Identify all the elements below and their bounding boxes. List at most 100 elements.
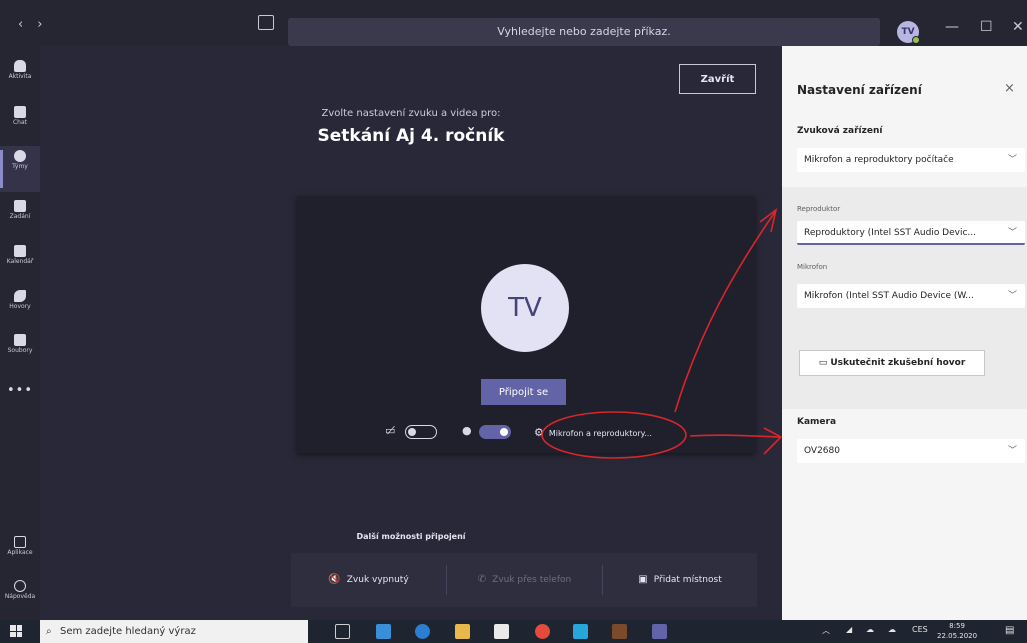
cloud-icon[interactable]: ☁ (866, 625, 874, 634)
speaker-select[interactable]: Reproduktory (Intel SST Audio Devic... ﹀ (797, 221, 1025, 245)
chat-icon (14, 106, 26, 118)
file-explorer-icon[interactable] (455, 624, 470, 639)
device-settings-label: Mikrofon a reproduktory... (548, 429, 652, 438)
nav-arrows[interactable]: ‹› (18, 17, 56, 32)
windows-start-icon[interactable] (10, 625, 22, 637)
files-icon (14, 334, 26, 346)
rail-item-teams[interactable]: Týmy (0, 146, 40, 192)
network-icon[interactable]: ◢ (846, 625, 852, 634)
presence-status-icon (912, 36, 920, 44)
speaker-off-icon: 🔇 (328, 574, 341, 585)
rail-item-label: Hovory (9, 303, 31, 310)
audio-devices-select[interactable]: Mikrofon a reproduktory počítače ﹀ (797, 148, 1025, 172)
video-preview: TV Připojit se ▭̸ ● ⚙ Mikrofon a reproduk… (297, 196, 755, 453)
rail-item-files[interactable]: Soubory (0, 330, 40, 376)
rail-item-label: Aktivita (8, 73, 32, 80)
add-room-option[interactable]: ▣ Přidat místnost (603, 553, 757, 607)
calendar-icon (14, 245, 26, 257)
prejoin-subtitle: Zvolte nastavení zvuku a videa pro: (321, 108, 501, 119)
rail-item-help[interactable]: Nápověda (0, 576, 40, 622)
mic-select[interactable]: Mikrofon (Intel SST Audio Device (W... ﹀ (797, 284, 1025, 308)
edge-icon[interactable] (415, 624, 430, 639)
add-room-label: Přidat místnost (653, 575, 722, 585)
app-l-icon[interactable] (573, 624, 588, 639)
mic-toggle[interactable] (479, 425, 511, 439)
teams-icon (14, 150, 26, 162)
test-call-icon: ▭ (818, 358, 831, 368)
close-window-icon[interactable]: ✕ (1012, 19, 1024, 35)
panel-title: Nastavení zařízení (797, 83, 922, 97)
microphone-icon: ● (462, 424, 472, 437)
taskbar-search-placeholder: Sem zadejte hledaný výraz (60, 626, 196, 637)
gear-icon: ⚙ (534, 426, 544, 439)
test-call-button[interactable]: ▭ Uskutečnit zkušební hovor (799, 350, 985, 376)
rail-item-label: Nápověda (4, 593, 36, 600)
minimize-icon[interactable]: — (945, 19, 959, 35)
join-options-bar: 🔇 Zvuk vypnutý ✆ Zvuk přes telefon ▣ Přidat… (291, 553, 757, 607)
rail-item-label: Soubory (7, 347, 33, 354)
video-toggle[interactable] (405, 425, 437, 439)
assignments-icon (14, 200, 26, 212)
teams-taskbar-icon[interactable] (652, 624, 667, 639)
more-apps-icon[interactable]: ••• (0, 383, 40, 398)
apps-icon (14, 536, 26, 548)
language-indicator[interactable]: CES (912, 625, 928, 634)
camera-select[interactable]: OV2680 ﹀ (797, 439, 1025, 463)
title-bar: ‹› Vyhledejte nebo zadejte příkaz. TV — … (0, 0, 1027, 46)
speaker-value: Reproduktory (Intel SST Audio Devic... (804, 228, 977, 238)
mic-label: Mikrofon (797, 263, 828, 271)
app-icon[interactable] (612, 624, 627, 639)
prejoin-stage: Zavřít Zvolte nastavení zvuku a videa pr… (40, 46, 782, 620)
teams-window: ‹› Vyhledejte nebo zadejte příkaz. TV — … (0, 0, 1027, 643)
rail-item-calendar[interactable]: Kalendář (0, 241, 40, 287)
rail-item-calls[interactable]: Hovory (0, 286, 40, 332)
task-view-icon[interactable] (335, 624, 350, 639)
rail-item-label: Chat (12, 119, 28, 126)
mic-value: Mikrofon (Intel SST Audio Device (W... (804, 291, 974, 301)
rail-item-assignments[interactable]: Zadání (0, 196, 40, 242)
back-icon[interactable]: ‹ (18, 17, 37, 32)
rail-item-chat[interactable]: Chat (0, 102, 40, 148)
chrome-icon[interactable] (535, 624, 550, 639)
rail-item-label: Týmy (12, 163, 28, 170)
more-join-options-heading: Další možnosti připojení (356, 532, 466, 541)
command-search-box[interactable]: Vyhledejte nebo zadejte příkaz. (288, 18, 880, 46)
phone-icon: ✆ (477, 574, 487, 585)
phone-audio-label: Zvuk přes telefon (492, 575, 572, 585)
taskbar-clock[interactable]: 8:59 22.05.2020 (937, 621, 977, 641)
clock-time: 8:59 (949, 622, 965, 630)
audio-off-option[interactable]: 🔇 Zvuk vypnutý (291, 553, 446, 607)
chevron-down-icon: ﹀ (1007, 155, 1017, 165)
chevron-down-icon: ﹀ (1007, 228, 1017, 238)
help-icon (14, 580, 26, 592)
store-icon[interactable] (494, 624, 509, 639)
notification-icon[interactable]: ▤ (1005, 625, 1014, 636)
close-icon[interactable]: × (1004, 81, 1015, 96)
clock-date: 22.05.2020 (937, 632, 978, 640)
app-rail: Aktivita Chat Týmy Zadání Kalendář Hovor… (0, 46, 40, 620)
close-button[interactable]: Zavřít (679, 64, 756, 94)
speaker-label: Reproduktor (797, 205, 841, 213)
maximize-icon[interactable]: ☐ (980, 19, 993, 35)
mail-icon[interactable] (376, 624, 391, 639)
rail-item-label: Aplikace (7, 549, 33, 556)
audio-off-label: Zvuk vypnutý (346, 575, 409, 585)
compose-icon[interactable] (258, 15, 274, 30)
audio-devices-label: Zvuková zařízení (797, 126, 883, 136)
camera-value: OV2680 (804, 446, 840, 456)
rail-item-apps[interactable]: Aplikace (0, 532, 40, 578)
onedrive-icon[interactable]: ☁ (888, 625, 896, 634)
device-settings-link[interactable]: ⚙ Mikrofon a reproduktory... (534, 426, 652, 439)
chevron-down-icon: ﹀ (1007, 446, 1017, 456)
phone-audio-option[interactable]: ✆ Zvuk přes telefon (447, 553, 602, 607)
test-call-label: Uskutečnit zkušební hovor (830, 358, 966, 368)
forward-icon[interactable]: › (37, 17, 56, 32)
rail-item-activity[interactable]: Aktivita (0, 56, 40, 102)
chevron-up-icon[interactable]: ︿ (822, 625, 830, 636)
rail-item-label: Zadání (9, 213, 31, 220)
device-settings-panel: Nastavení zařízení × Zvuková zařízení Mi… (782, 46, 1027, 620)
windows-taskbar: ⌕ Sem zadejte hledaný výraz ︿ ◢ ☁ ☁ CES 8… (0, 620, 1027, 643)
join-button[interactable]: Připojit se (481, 379, 566, 405)
taskbar-search-input[interactable]: ⌕ Sem zadejte hledaný výraz (40, 620, 308, 643)
camera-off-icon: ▭̸ (385, 424, 396, 437)
